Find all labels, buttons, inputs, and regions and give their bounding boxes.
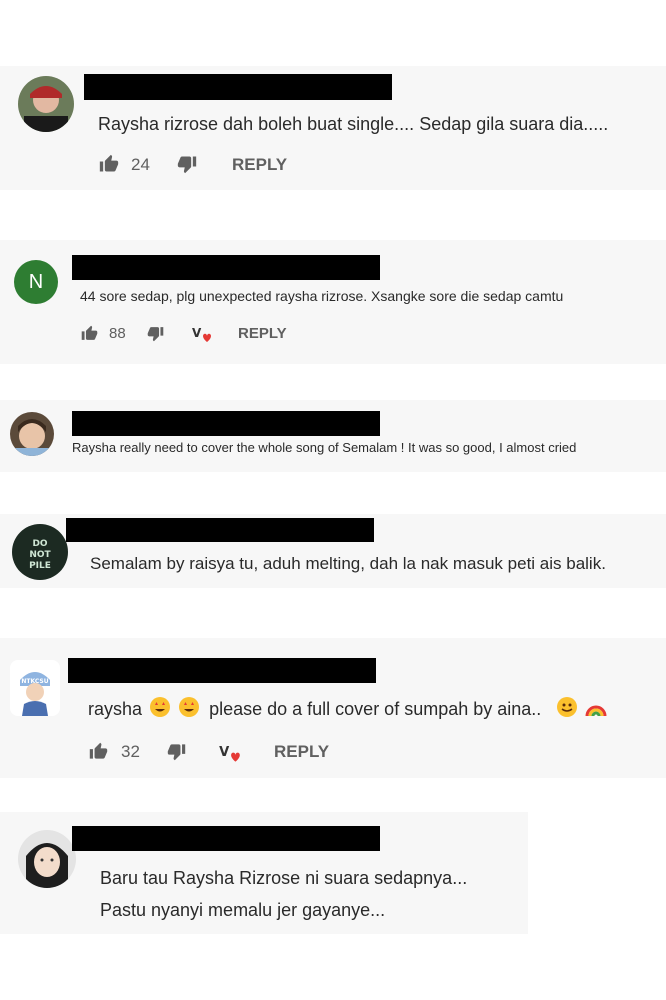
comment-card: Raysha rizrose dah boleh buat single....… xyxy=(0,66,666,190)
comment-text-line-1: Baru tau Raysha Rizrose ni suara sedapny… xyxy=(100,868,468,888)
svg-text:NOT: NOT xyxy=(29,550,51,560)
comment-card: N 44 sore sedap, plg unexpected raysha r… xyxy=(0,240,666,364)
like-count: 24 xyxy=(131,155,150,174)
redacted-username xyxy=(84,74,392,100)
creator-heart-icon: V xyxy=(216,742,244,766)
thumbs-down-icon[interactable] xyxy=(176,154,198,174)
star-struck-emoji xyxy=(178,696,200,723)
comment-text-end: please do a full cover of sumpah by aina… xyxy=(209,699,542,719)
thumbs-up-icon[interactable] xyxy=(98,154,120,174)
svg-text:PILE: PILE xyxy=(29,561,51,571)
comment-text: raysha please do a full cover of sumpah … xyxy=(88,696,607,723)
smiling-face-emoji xyxy=(556,696,578,723)
svg-text:V: V xyxy=(219,745,230,760)
thumbs-up-icon[interactable] xyxy=(88,742,109,761)
comment-text: 44 sore sedap, plg unexpected raysha riz… xyxy=(80,288,564,304)
avatar[interactable] xyxy=(18,76,74,132)
avatar[interactable]: DO NOT PILE xyxy=(12,524,68,580)
redacted-username xyxy=(72,255,380,280)
like-count: 32 xyxy=(121,742,140,761)
thumbs-up-icon[interactable] xyxy=(80,325,99,342)
comment-text: Semalam by raisya tu, aduh melting, dah … xyxy=(90,554,606,573)
avatar[interactable]: NTKCSU xyxy=(10,660,60,716)
svg-text:V: V xyxy=(192,326,202,340)
reply-button[interactable]: REPLY xyxy=(232,155,287,175)
like-count: 88 xyxy=(109,325,126,342)
redacted-username xyxy=(72,826,380,851)
avatar[interactable] xyxy=(18,830,76,888)
redacted-username xyxy=(68,658,376,683)
creator-heart-icon: V xyxy=(190,324,214,346)
comment-card: Raysha really need to cover the whole so… xyxy=(0,400,666,472)
svg-text:DO: DO xyxy=(32,539,47,549)
comment-card: Baru tau Raysha Rizrose ni suara sedapny… xyxy=(0,812,528,934)
redacted-username xyxy=(66,518,374,542)
rainbow-emoji xyxy=(585,696,607,723)
avatar[interactable] xyxy=(10,412,54,456)
redacted-username xyxy=(72,411,380,436)
avatar[interactable]: N xyxy=(14,260,58,304)
comment-text: Raysha rizrose dah boleh buat single....… xyxy=(98,114,609,134)
star-struck-emoji xyxy=(149,696,171,723)
comment-text: Raysha really need to cover the whole so… xyxy=(72,440,577,455)
comment-card: NTKCSU raysha please do a full cover of … xyxy=(0,638,666,778)
reply-button[interactable]: REPLY xyxy=(274,742,329,762)
comment-text-line-2: Pastu nyanyi memalu jer gayanye... xyxy=(100,900,386,920)
comment-card: DO NOT PILE Semalam by raisya tu, aduh mel… xyxy=(0,514,666,588)
thumbs-down-icon[interactable] xyxy=(146,325,165,342)
reply-button[interactable]: REPLY xyxy=(238,325,287,342)
comment-text-start: raysha xyxy=(88,699,143,719)
thumbs-down-icon[interactable] xyxy=(166,742,187,761)
